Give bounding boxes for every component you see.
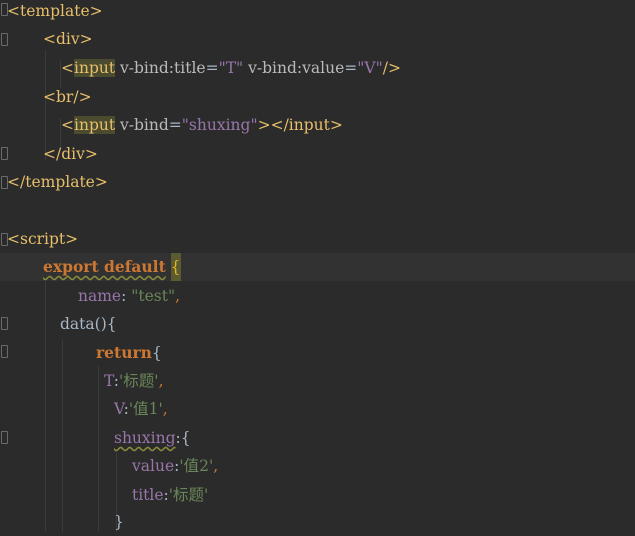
brace: { (180, 429, 191, 447)
tag-close: > (79, 30, 93, 48)
code-line[interactable]: <input v-bind="shuxing"></input> (61, 111, 343, 139)
code-line[interactable]: <script> (7, 225, 78, 253)
tag-open: < (7, 230, 20, 248)
attribute-name: v-bind (120, 116, 169, 134)
code-line[interactable]: value:'值2', (132, 452, 218, 480)
caret-brace: { (170, 253, 181, 281)
brace: { (151, 344, 162, 362)
tag-open: </ (7, 173, 26, 191)
code-editor[interactable]: <template> <div> <input v-bind:title="T"… (0, 0, 635, 532)
equals-sign: = (344, 59, 358, 77)
code-line[interactable]: V:'值1', (114, 395, 168, 423)
code-line[interactable]: <br/> (43, 83, 92, 111)
tag-close: > (257, 116, 271, 134)
end-tag: </input> (270, 116, 343, 134)
code-line[interactable]: </template> (7, 168, 108, 196)
fold-marker-icon[interactable] (1, 147, 8, 160)
comma: , (158, 372, 164, 390)
property-key: value (132, 457, 175, 475)
equals-sign: = (168, 116, 182, 134)
tag-close: > (84, 145, 98, 163)
tag-open: < (61, 59, 74, 77)
fold-marker-icon[interactable] (1, 317, 8, 330)
code-line[interactable]: return{ (96, 339, 162, 367)
tag-name: br (56, 88, 74, 106)
property-key: name (78, 287, 122, 305)
code-line[interactable]: T:'标题', (104, 367, 164, 395)
indent-guide (62, 340, 63, 532)
string-value: '值2' (179, 457, 214, 475)
tag-name: input (74, 59, 116, 77)
tag-name: template (25, 173, 95, 191)
colon: : (121, 287, 127, 305)
tag-name: div (56, 30, 80, 48)
comma: , (175, 287, 181, 305)
paren-brace: (){ (94, 315, 117, 333)
code-line[interactable]: title:'标题' (132, 481, 208, 509)
tag-close: /> (382, 59, 401, 77)
tag-close: /> (73, 88, 92, 106)
tag-open: < (61, 116, 74, 134)
tag-name: template (20, 2, 90, 20)
code-line[interactable]: export default { (43, 253, 181, 281)
tag-open: < (43, 88, 56, 106)
return-keyword: return (96, 343, 152, 362)
string-value: "test" (131, 287, 176, 305)
tag-name: div (61, 145, 85, 163)
tag-close: > (94, 173, 108, 191)
string-value: '标题' (119, 372, 159, 390)
tag-open: < (43, 30, 56, 48)
attribute-name: v-bind: (120, 59, 175, 77)
string-value: '标题' (168, 486, 209, 504)
indent-guide (45, 280, 46, 532)
property-key: title (132, 486, 164, 504)
tag-open: < (7, 2, 20, 20)
attribute-value: "shuxing" (181, 116, 258, 134)
tag-name: script (20, 230, 66, 248)
function-name: data (60, 315, 95, 333)
attribute-value: "T" (218, 59, 244, 77)
code-line[interactable]: <div> (43, 25, 93, 53)
code-line[interactable]: name: "test", (78, 282, 180, 310)
property-key: shuxing (114, 429, 176, 447)
tag-open: </ (43, 145, 62, 163)
code-line[interactable]: </div> (43, 140, 98, 168)
string-value: '值1' (128, 400, 163, 418)
fold-marker-icon[interactable] (1, 33, 8, 46)
fold-marker-icon[interactable] (1, 431, 8, 444)
code-line[interactable]: <template> (7, 0, 103, 25)
tag-close: > (65, 230, 79, 248)
code-line[interactable]: <input v-bind:title="T" v-bind:value="V"… (61, 54, 401, 82)
export-default-keyword: export default (43, 257, 166, 276)
brace: } (114, 513, 124, 531)
equals-sign: = (205, 59, 219, 77)
comma: , (213, 457, 219, 475)
fold-marker-icon[interactable] (1, 345, 8, 358)
attribute-name: title (174, 59, 206, 77)
attribute-value: "V" (357, 59, 383, 77)
code-line[interactable]: data(){ (60, 310, 117, 338)
tag-close: > (89, 2, 103, 20)
property-key: V (114, 400, 124, 418)
indent-guide (98, 366, 99, 532)
property-key: T (104, 372, 114, 390)
comma: , (162, 400, 168, 418)
tag-name: input (74, 116, 116, 134)
attribute-name: value (302, 59, 345, 77)
attribute-name: v-bind: (248, 59, 303, 77)
code-line[interactable]: shuxing:{ (114, 424, 191, 452)
